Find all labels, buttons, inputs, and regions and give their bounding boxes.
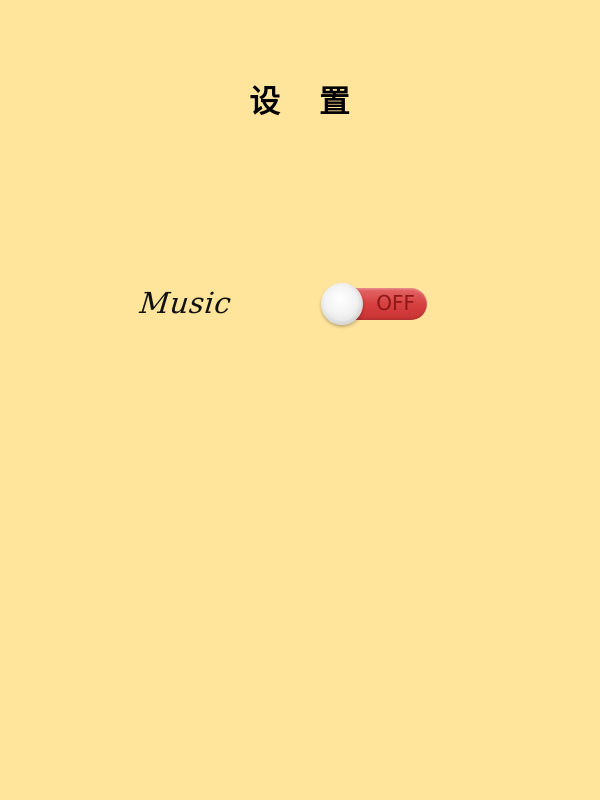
toggle-off-label: OFF — [376, 291, 415, 315]
page-title: 设 置 — [249, 84, 365, 120]
settings-screen: 设 置 Music OFF — [0, 0, 600, 800]
music-toggle[interactable]: OFF — [321, 282, 429, 328]
music-label: Music — [138, 286, 234, 320]
music-setting-row: Music OFF — [0, 282, 600, 332]
toggle-knob[interactable] — [321, 283, 363, 325]
